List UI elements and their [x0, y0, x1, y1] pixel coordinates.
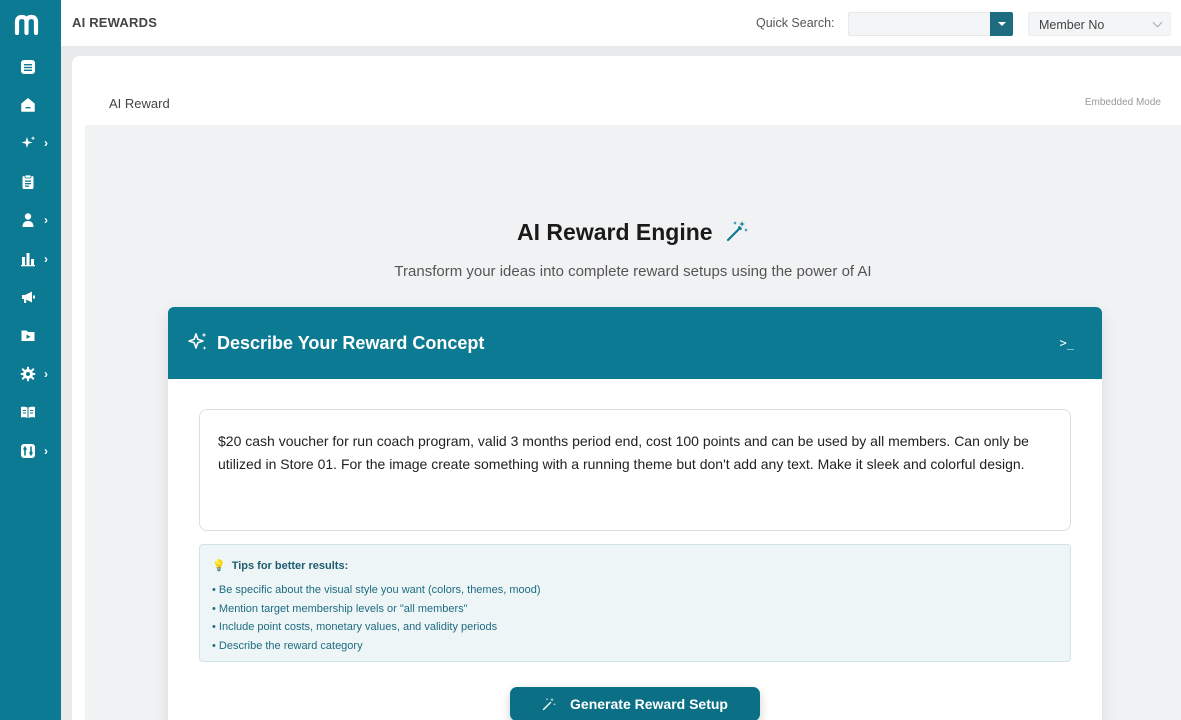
sidebar-item-docs[interactable]	[0, 397, 61, 427]
chevron-right-icon: ›	[44, 367, 48, 381]
book-open-icon	[21, 406, 35, 418]
sidebar-item-tools[interactable]: ›	[0, 436, 61, 466]
page-title: AI Reward Engine	[85, 219, 1181, 246]
breadcrumb: AI Reward	[109, 96, 170, 111]
page-card: AI Reward Embedded Mode AI Reward Engine…	[72, 56, 1181, 720]
chevron-right-icon: ›	[44, 444, 48, 458]
sparkles-icon	[188, 332, 207, 350]
concept-card-title: Describe Your Reward Concept	[217, 333, 485, 353]
tips-box: 💡 Tips for better results: • Be specific …	[199, 544, 1071, 662]
gear-icon	[20, 366, 36, 382]
sidebar-item-settings[interactable]: ›	[0, 359, 61, 389]
tip-item: • Include point costs, monetary values, …	[212, 621, 498, 633]
concept-card-header: Describe Your Reward Concept >_	[168, 307, 1102, 379]
tips-title: 💡 Tips for better results:	[212, 559, 1058, 572]
lightbulb-icon: 💡	[212, 560, 226, 572]
sidebar-item-media[interactable]	[0, 320, 61, 350]
app-logo[interactable]	[14, 13, 42, 35]
app-title: AI REWARDS	[72, 15, 158, 30]
reward-concept-card: Describe Your Reward Concept >_ $20 cash…	[168, 307, 1102, 720]
sidebar-item-home[interactable]	[0, 90, 61, 120]
generate-reward-setup-button[interactable]: Generate Reward Setup	[510, 687, 760, 720]
quick-search-dropdown-button[interactable]	[990, 12, 1013, 36]
chevron-right-icon: ›	[44, 213, 48, 227]
page-title-text: AI Reward Engine	[517, 219, 713, 245]
tips-title-text: Tips for better results:	[231, 560, 349, 572]
user-icon	[22, 213, 34, 227]
sidebar-item-ai[interactable]: ›	[0, 128, 61, 158]
list-icon	[21, 60, 35, 74]
sidebar-item-campaigns[interactable]	[0, 282, 61, 312]
tip-item: • Mention target membership levels or "a…	[212, 602, 468, 615]
home-icon	[21, 98, 35, 112]
generate-button-label: Generate Reward Setup	[570, 696, 728, 712]
tip-item: • Describe the reward category	[212, 639, 363, 652]
caret-down-icon	[997, 22, 1006, 26]
quick-search-input[interactable]	[848, 12, 991, 36]
megaphone-icon	[22, 291, 35, 303]
sparkle-icon	[21, 136, 36, 148]
magic-wand-icon	[542, 698, 556, 711]
reward-concept-textarea[interactable]: $20 cash voucher for run coach program, …	[199, 409, 1071, 531]
sidebar-item-reports[interactable]: ›	[0, 244, 61, 274]
tools-icon	[21, 444, 35, 458]
quick-search-label: Quick Search:	[756, 16, 835, 30]
sidebar-item-members[interactable]: ›	[0, 205, 61, 235]
magic-wand-icon	[726, 221, 748, 242]
chevron-right-icon: ›	[44, 136, 48, 150]
page-subtitle: Transform your ideas into complete rewar…	[394, 263, 872, 280]
topbar: AI REWARDS Quick Search: Member No	[61, 0, 1181, 46]
member-search-type-select[interactable]: Member No	[1028, 12, 1171, 36]
member-select-value: Member No	[1039, 18, 1105, 32]
clipboard-icon	[22, 174, 34, 189]
sidebar-item-tasks[interactable]	[0, 167, 61, 197]
chevron-down-icon	[1152, 17, 1163, 28]
sidebar-item-dashboard[interactable]	[0, 52, 61, 82]
tip-item: • Be specific about the visual style you…	[212, 584, 541, 596]
terminal-icon[interactable]: >_	[1060, 336, 1074, 350]
folder-play-icon	[21, 330, 35, 341]
bar-chart-icon	[21, 253, 35, 267]
content-area: AI Reward Engine Transform your ideas in…	[85, 125, 1181, 720]
sidebar: › › › › ›	[0, 0, 61, 720]
chevron-right-icon: ›	[44, 252, 48, 266]
embedded-mode-label: Embedded Mode	[1084, 97, 1161, 108]
